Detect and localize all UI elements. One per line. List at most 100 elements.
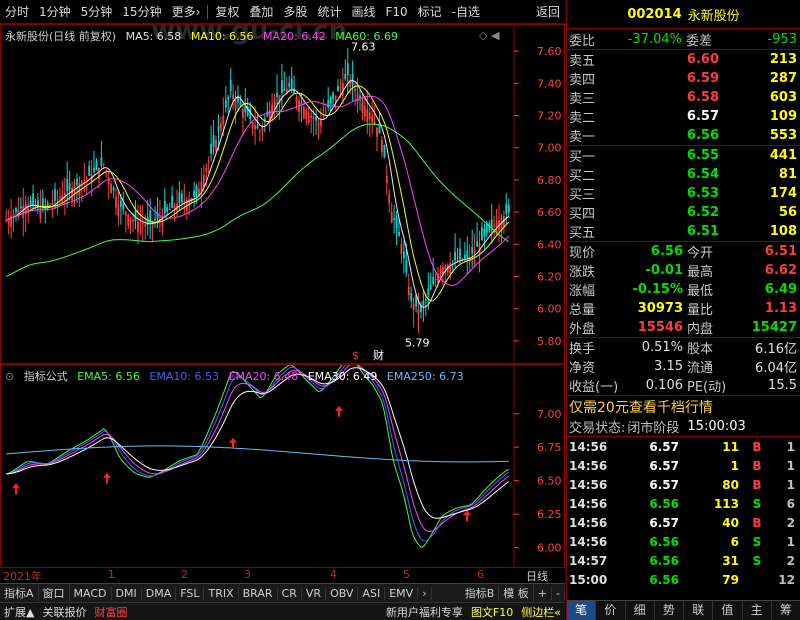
tab-emv[interactable]: EMV [385,586,419,600]
stat-row: 外盘 15546 内盘 15427 [567,318,800,337]
candle-body [254,125,256,130]
right-tab[interactable]: 联 [684,601,714,620]
tab-brar[interactable]: BRAR [239,586,278,600]
toolbar-mark[interactable]: 标记 [413,3,447,20]
toolbar-f10[interactable]: F10 [380,5,412,19]
related-quotes-button[interactable]: 关联报价 [38,604,90,620]
kline-chart[interactable]: www.gu-ci.cn 7.607.407.207.006.806.606.4… [1,25,564,363]
stat-label: 现价 [569,246,596,261]
event-marker[interactable]: $ [352,349,359,362]
indicator-chart-panel[interactable]: 7.00 6.75 6.50 6.25 6.00 ⊙ 指标公式 EMA5: 6.56 E… [0,364,565,568]
right-tab[interactable]: 主 [743,601,772,620]
sidebar-toggle[interactable]: 侧边栏« [517,604,565,620]
bid-row[interactable]: 买四 6.52 56 [567,203,800,222]
candle-body [132,220,134,222]
indicator-menu-icon[interactable]: ⊙ [5,370,14,383]
tick-time: 14:57 [569,553,608,568]
tab-indicator-b[interactable]: 指标B [461,585,500,601]
toolbar-more[interactable]: 更多› [167,3,206,20]
tick-count: 2 [786,553,795,568]
candle-body [15,208,17,213]
toolbar-intraday[interactable]: 分时 [0,3,34,20]
tab-obv[interactable]: OBV [326,586,359,600]
toolbar-adjust[interactable]: 复权 [210,3,244,20]
finance-marker[interactable]: 财 [373,348,384,362]
tab-indicator-a[interactable]: 指标A [0,585,39,601]
right-tab[interactable]: 筹 [772,601,800,620]
candle-body [259,131,261,133]
tab-asi[interactable]: ASI [358,586,386,600]
kline-chart-panel[interactable]: www.gu-ci.cn 7.60 7.40 7.20 7.00 6.80 6.60 6.4… [0,24,565,364]
right-tab[interactable]: 笔 [567,601,597,620]
bid-row[interactable]: 买一 6.55 441 [567,146,800,165]
tick-side: S [752,534,762,549]
tab-trix[interactable]: TRIX [204,586,239,600]
expand-button[interactable]: 扩展▲ [0,604,38,620]
candle-body [76,178,78,185]
stat-value: 3.15 [654,359,683,374]
promo-row[interactable]: 仅需20元查看千档行情 [567,396,800,417]
ask-book: 卖五 6.60 213 卖四 6.59 287 卖三 6.58 603 卖二 6.57 109 卖一 6.… [567,50,800,146]
stat-row: 总量 30973 量比 1.13 [567,299,800,318]
f10-button[interactable]: 图文F10 [467,604,517,620]
period-label[interactable]: 日线 [526,568,548,584]
toolbar-5min[interactable]: 5分钟 [76,3,118,20]
bid-row[interactable]: 买五 6.51 108 [567,222,800,241]
book-price: 6.51 [686,224,719,239]
tick-count: 2 [786,515,795,530]
tab-window[interactable]: 窗口 [39,585,70,601]
ask-row[interactable]: 卖一 6.56 553 [567,126,800,145]
tab-scroll-right[interactable]: › [418,586,432,600]
candle-body [337,85,339,92]
candle-body [51,202,54,206]
toolbar-statistics[interactable]: 统计 [312,3,346,20]
stat-value: 1.13 [764,301,797,316]
bid-row[interactable]: 买三 6.53 174 [567,184,800,203]
promo-text[interactable]: 仅需20元查看千档行情 [569,397,713,417]
tick-side: B [752,515,762,530]
tab-remove[interactable]: - [552,586,565,600]
candle-body [239,102,242,106]
price-axis-label: 6.60 [537,206,562,219]
right-tab[interactable]: 细 [626,601,655,620]
ask-row[interactable]: 卖四 6.59 287 [567,69,800,88]
tab-vr[interactable]: VR [302,586,327,600]
toolbar-watchlist[interactable]: -自选 [447,3,485,20]
indicator-chart[interactable]: 7.00 6.75 6.50 6.25 6.00 [1,365,564,567]
tab-template[interactable]: 模 板 [499,585,534,601]
ask-row[interactable]: 卖五 6.60 213 [567,50,800,69]
new-user-promo[interactable]: 新用户福利专享 [382,604,467,620]
low-price-annotation: 5.79 [405,337,430,350]
tab-fsl[interactable]: FSL [176,586,205,600]
toolbar-multi-stock[interactable]: 多股 [278,3,312,20]
expand-icon[interactable]: ◇ ◀ [479,29,499,42]
book-volume: 213 [769,52,797,67]
wealth-circle-button[interactable]: 财富圈 [90,604,131,620]
candle-body [381,139,383,153]
candle-body [434,278,437,280]
stat-label: 涨跌 [569,265,596,280]
tab-dmi[interactable]: DMI [112,586,142,600]
ask-row[interactable]: 卖三 6.58 603 [567,88,800,107]
tick-price: 6.56 [649,534,679,549]
tab-add[interactable]: + [534,586,553,600]
toolbar-15min[interactable]: 15分钟 [117,3,166,20]
candle-body [359,95,361,98]
stat-value: 6.16亿 [755,342,797,357]
ema250-line [6,445,509,463]
toolbar-draw-line[interactable]: 画线 [346,3,380,20]
right-tab[interactable]: 值 [713,601,743,620]
tab-macd[interactable]: MACD [70,586,112,600]
candle-body [295,97,298,104]
toolbar-back[interactable]: 返回 [531,3,565,20]
tab-cr[interactable]: CR [278,586,302,600]
ask-row[interactable]: 卖二 6.57 109 [567,107,800,126]
right-tab[interactable]: 势 [655,601,684,620]
toolbar-1min[interactable]: 1分钟 [34,3,76,20]
tab-dma[interactable]: DMA [142,586,177,600]
right-tab[interactable]: 价 [596,601,626,620]
toolbar-overlay[interactable]: 叠加 [244,3,278,20]
candle-body [320,119,322,126]
stock-code: 002014 [627,6,682,22]
bid-row[interactable]: 买二 6.54 81 [567,165,800,184]
